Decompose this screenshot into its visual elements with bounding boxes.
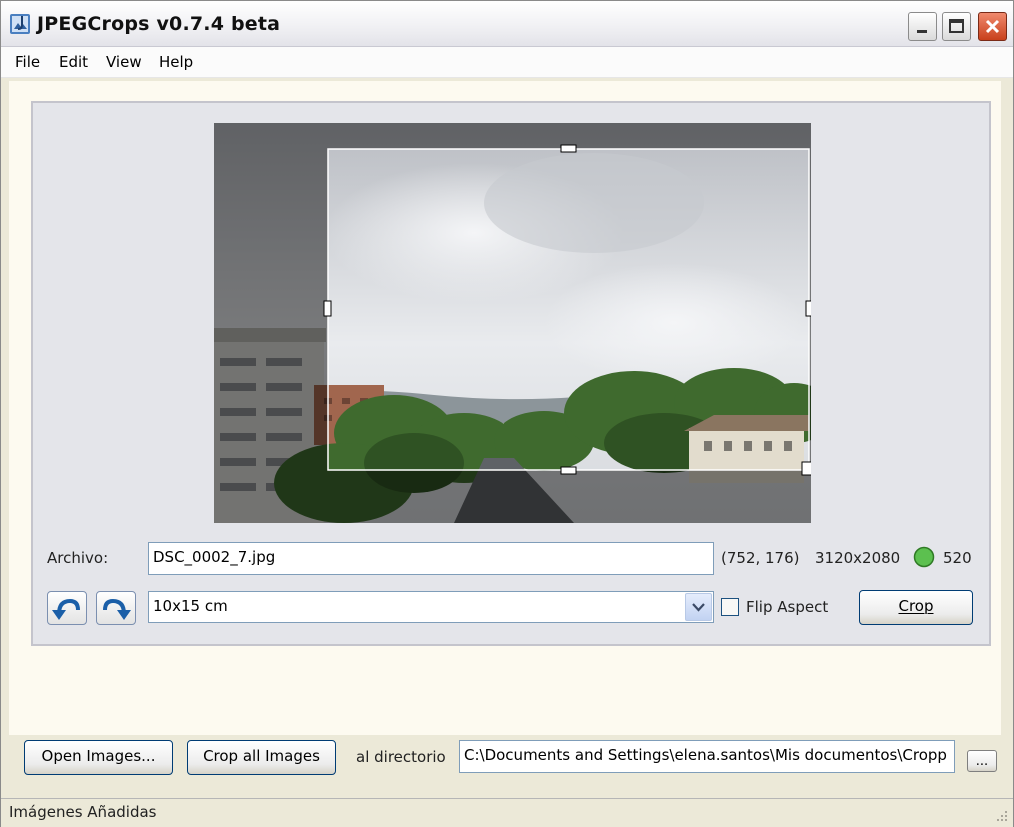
size-preset-select[interactable]: 10x15 cm — [148, 591, 714, 623]
crop-all-images-label: Crop all Images — [203, 747, 320, 765]
output-directory-field[interactable]: C:\Documents and Settings\elena.santos\M… — [459, 740, 955, 773]
flip-aspect-checkbox[interactable] — [721, 598, 739, 616]
app-window: JPEGCrops v0.7.4 beta File Edit View Hel… — [0, 0, 1014, 827]
size-preset-value: 10x15 cm — [153, 597, 228, 615]
menu-file[interactable]: File — [15, 53, 40, 71]
crop-all-images-button[interactable]: Crop all Images — [187, 740, 336, 775]
open-images-button[interactable]: Open Images... — [24, 740, 173, 775]
crop-panel: Archivo: DSC_0002_7.jpg (752, 176) 3120x… — [31, 101, 991, 646]
menu-view[interactable]: View — [106, 53, 142, 71]
rotate-right-icon — [103, 598, 131, 620]
filename-field[interactable]: DSC_0002_7.jpg — [148, 542, 714, 575]
directory-label: al directorio — [356, 748, 446, 766]
minimize-button[interactable] — [908, 12, 937, 41]
chevron-down-icon — [692, 603, 705, 612]
rotate-right-button[interactable] — [96, 591, 136, 625]
maximize-button[interactable] — [942, 12, 971, 41]
open-images-label: Open Images... — [41, 747, 156, 765]
image-dimensions: 3120x2080 — [815, 549, 901, 567]
client-area: Archivo: DSC_0002_7.jpg (752, 176) 3120x… — [9, 81, 1001, 735]
status-bar: Imágenes Añadidas — [1, 798, 1013, 827]
image-preview[interactable] — [214, 123, 811, 523]
menu-bar: File Edit View Help — [1, 47, 1013, 78]
archivo-label: Archivo: — [47, 549, 109, 567]
dropdown-button[interactable] — [685, 593, 712, 621]
minimize-icon — [917, 30, 927, 33]
menu-edit[interactable]: Edit — [59, 53, 88, 71]
dpi-value: 520 — [943, 549, 972, 567]
flip-aspect-label[interactable]: Flip Aspect — [746, 598, 828, 616]
title-bar[interactable]: JPEGCrops v0.7.4 beta — [1, 1, 1013, 47]
browse-button[interactable]: ... — [967, 750, 997, 772]
resize-grip-icon[interactable] — [993, 807, 1009, 823]
window-title: JPEGCrops v0.7.4 beta — [37, 13, 281, 35]
browse-button-label: ... — [975, 754, 989, 769]
status-text: Imágenes Añadidas — [9, 803, 157, 821]
menu-help[interactable]: Help — [159, 53, 193, 71]
close-button[interactable] — [978, 12, 1007, 41]
maximize-icon — [949, 19, 964, 33]
crop-button-label: Crop — [898, 597, 934, 615]
rotate-left-button[interactable] — [47, 591, 87, 625]
crop-button[interactable]: Crop — [859, 590, 973, 625]
crop-offset: (752, 176) — [721, 549, 800, 567]
status-indicator-icon — [913, 546, 935, 568]
close-icon — [985, 19, 1000, 34]
rotate-left-icon — [52, 598, 80, 620]
app-icon — [9, 13, 31, 35]
